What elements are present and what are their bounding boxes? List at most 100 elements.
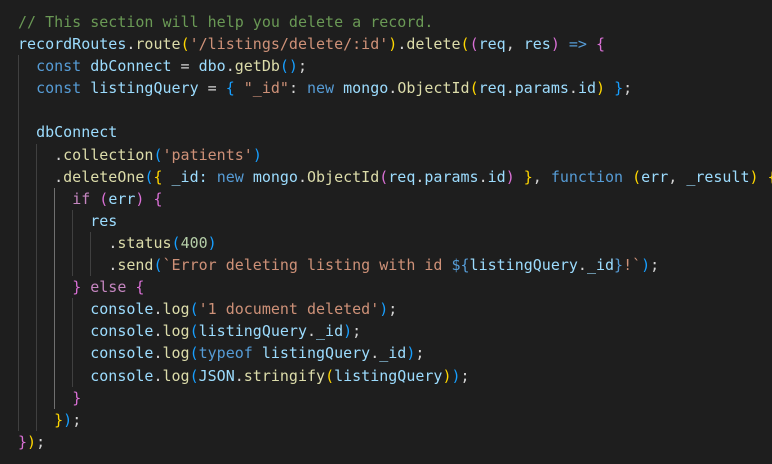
code-line[interactable]: recordRoutes.route('/listings/delete/:id…: [0, 33, 772, 55]
code-token: err: [108, 189, 136, 208]
code-token: console: [90, 322, 154, 341]
code-token: .: [225, 57, 235, 76]
code-token: (: [632, 167, 642, 186]
code-line[interactable]: });: [0, 408, 772, 431]
indent-guide: [36, 165, 38, 188]
code-token: _id: [316, 322, 344, 341]
code-token: _result: [686, 167, 750, 186]
indent-guide: [54, 231, 56, 255]
code-line[interactable]: dbConnect: [0, 121, 772, 144]
code-token: res: [523, 35, 551, 54]
code-token: .: [54, 167, 64, 186]
code-line[interactable]: } else {: [0, 276, 772, 299]
indent-guide: [18, 55, 19, 78]
code-token: {: [135, 278, 145, 297]
code-token: (: [153, 256, 163, 275]
code-token: function: [550, 167, 624, 186]
code-token: typeof: [198, 344, 253, 363]
code-token: ,: [505, 35, 524, 54]
code-token: ): [442, 366, 452, 385]
code-line[interactable]: console.log(listingQuery._id);: [0, 320, 772, 343]
code-token: ;: [650, 256, 660, 275]
code-line[interactable]: }: [0, 386, 772, 409]
code-editor[interactable]: // This section will help you delete a r…: [0, 0, 772, 464]
code-line[interactable]: if (err) {: [0, 187, 772, 210]
code-line[interactable]: // This section will help you delete a r…: [0, 11, 772, 33]
code-line[interactable]: });: [0, 431, 772, 453]
code-line[interactable]: .collection('patients'): [0, 143, 772, 166]
code-token: ): [388, 35, 398, 54]
code-token: getDb: [234, 57, 280, 76]
code-token: req: [478, 79, 506, 98]
indent-guide: [18, 77, 19, 100]
code-line[interactable]: .deleteOne({ _id: new mongo.ObjectId(req…: [0, 165, 772, 188]
code-token: .: [297, 167, 307, 186]
code-token: (: [379, 167, 389, 186]
code-line[interactable]: console.log('1 document deleted');: [0, 298, 772, 321]
code-token: }: [72, 388, 82, 407]
indent-guide: [72, 231, 74, 255]
code-token: deleteOne: [63, 167, 145, 186]
indent-guide: [18, 121, 19, 144]
code-token: listingQuery: [90, 79, 199, 98]
indent-guide: [18, 254, 19, 277]
code-token: ): [252, 145, 262, 164]
code-line[interactable]: console.log(typeof listingQuery._id);: [0, 342, 772, 365]
code-token: .: [153, 300, 163, 319]
code-line[interactable]: console.log(JSON.stringify(listingQuery)…: [0, 364, 772, 387]
code-token: JSON: [198, 366, 235, 385]
indent-guide: [36, 364, 38, 387]
code-token: ;: [388, 300, 398, 319]
indent-guide: [72, 364, 74, 387]
code-token: {: [225, 79, 235, 98]
indent-guide: [36, 320, 38, 343]
code-token: ObjectId: [307, 167, 380, 186]
code-token: route: [135, 35, 181, 54]
code-line[interactable]: const dbConnect = dbo.getDb();: [0, 55, 772, 78]
indent-guide: [18, 165, 19, 188]
indent-guide: [18, 320, 19, 343]
code-token: req: [388, 167, 416, 186]
code-token: ): [343, 322, 353, 341]
code-token: 'patients': [162, 145, 253, 164]
indent-guide: [36, 276, 38, 299]
code-token: listingQuery: [334, 366, 443, 385]
code-token: .: [153, 366, 163, 385]
indent-guide: [54, 187, 56, 210]
code-line[interactable]: const listingQuery = { "_id": new mongo.…: [0, 77, 772, 100]
code-token: }: [72, 278, 82, 297]
indent-guide: [72, 298, 74, 321]
indent-guide: [36, 254, 38, 277]
code-token: ): [550, 35, 560, 54]
code-token: log: [162, 322, 190, 341]
code-line[interactable]: .send(`Error deleting listing with id ${…: [0, 254, 772, 277]
code-token: (: [189, 344, 199, 363]
indent-guide: [54, 320, 56, 343]
code-token: .: [54, 145, 64, 164]
code-token: (: [460, 35, 470, 54]
code-line[interactable]: .status(400): [0, 231, 772, 255]
indent-guide: [72, 320, 74, 343]
code-token: .: [478, 167, 488, 186]
code-token: err: [641, 167, 669, 186]
code-token: listingQuery: [469, 256, 578, 275]
code-token: console: [90, 366, 154, 385]
code-token: "_id": [243, 79, 289, 98]
code-token: (: [171, 233, 181, 252]
code-line[interactable]: [0, 99, 772, 122]
code-token: log: [162, 300, 190, 319]
code-line[interactable]: res: [0, 209, 772, 232]
code-token: .: [108, 256, 118, 275]
code-token: collection: [63, 145, 154, 164]
code-token: ): [596, 79, 606, 98]
code-token: params: [424, 167, 479, 186]
code-token: ): [27, 432, 37, 451]
